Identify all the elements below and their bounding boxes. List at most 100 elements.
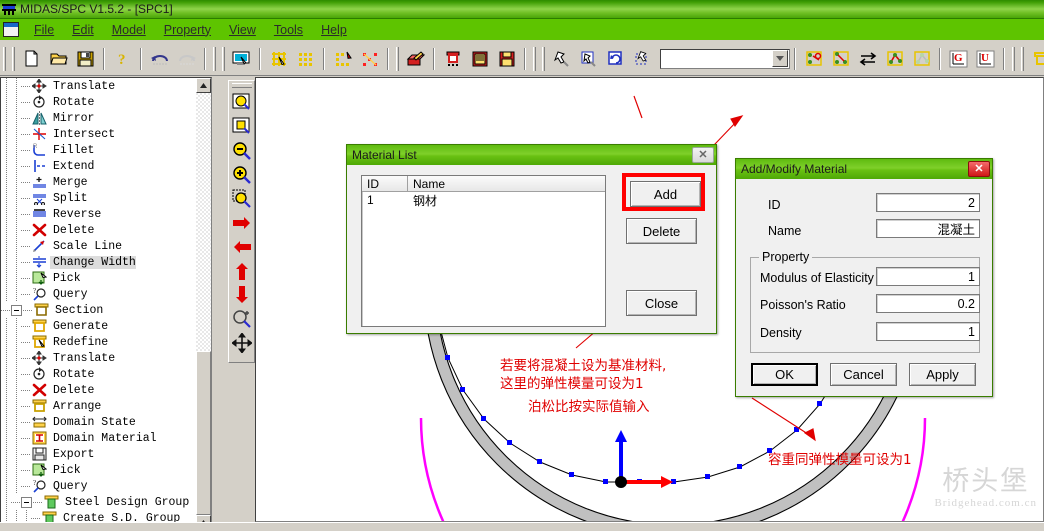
tree-item-extend[interactable]: Extend [1,158,197,174]
menu-file[interactable]: File [25,22,63,38]
menu-model[interactable]: Model [103,22,155,38]
tree-vertical-scrollbar[interactable] [196,78,211,530]
new-file-icon[interactable] [19,47,44,71]
tree-item-section[interactable]: Section [1,302,197,318]
tree-item-split[interactable]: Split [1,190,197,206]
gcs-axis-icon[interactable]: G [946,47,971,71]
tree-item-delete[interactable]: Delete [1,382,197,398]
tree-item-pick[interactable]: Pick [1,462,197,478]
model-tree[interactable]: Translate Rotate Mirror Intersect R Fillet Ext… [1,78,197,530]
select-all-icon[interactable] [603,47,628,71]
tree-expander-collapse-icon[interactable] [21,496,32,508]
window-restore-icon[interactable] [3,22,19,37]
tree-item-query[interactable]: ? Query [1,478,197,494]
tree-item-translate[interactable]: Translate [1,350,197,366]
pan-down-icon[interactable] [230,283,254,307]
pan-left-icon[interactable] [230,235,254,259]
point-grid-icon[interactable] [330,47,355,71]
add-button[interactable]: Add [630,181,701,207]
tree-item-fillet[interactable]: R Fillet [1,142,197,158]
apply-button[interactable]: Apply [909,363,976,386]
redo-icon[interactable] [174,47,199,71]
tree-item-redefine[interactable]: Redefine [1,334,197,350]
poisson-field[interactable]: 0.2 [876,294,980,313]
toolbar-grip[interactable] [12,46,15,71]
delete-button[interactable]: Delete [626,218,697,244]
zoom-fit-icon[interactable] [230,91,254,115]
undo-icon[interactable] [147,47,172,71]
tree-item-change-width[interactable]: Change Width [1,254,197,270]
menu-property[interactable]: Property [155,22,220,38]
zoom-all-icon[interactable] [230,115,254,139]
tree-item-domain-material[interactable]: Domain Material [1,430,197,446]
toolbar-grip[interactable] [1012,46,1015,71]
menu-view[interactable]: View [220,22,265,38]
node-icon[interactable] [801,47,826,71]
section-shape-icon[interactable] [1028,47,1044,71]
tree-item-domain-state[interactable]: Domain State [1,414,197,430]
tree-item-delete[interactable]: Delete [1,222,197,238]
material-list-dialog[interactable]: Material List ✕ ID Name 1 钢材 Add Delete … [346,144,717,334]
save-file-icon[interactable] [73,47,98,71]
tree-item-scale-line[interactable]: Scale Line [1,238,197,254]
tree-scroll-track-upper[interactable] [196,93,211,351]
section-list-icon[interactable] [467,47,492,71]
select-filter-combo[interactable] [660,48,790,69]
tree-item-reverse[interactable]: Reverse [1,206,197,222]
tree-item-generate[interactable]: Generate [1,318,197,334]
tree-item-rotate[interactable]: Rotate [1,94,197,110]
open-file-icon[interactable] [46,47,71,71]
zoom-in-icon[interactable] [230,163,254,187]
element-icon[interactable] [882,47,907,71]
grid-snap-icon[interactable] [266,47,291,71]
add-modify-material-dialog[interactable]: Add/Modify Material ✕ ID 2 Name 混凝土 Prop… [735,158,993,397]
close-icon[interactable]: ✕ [692,147,714,163]
zoom-previous-icon[interactable] [230,307,254,331]
pan-up-icon[interactable] [230,259,254,283]
column-header-id[interactable]: ID [362,176,408,191]
tree-item-arrange[interactable]: Arrange [1,398,197,414]
toolbar-grip[interactable] [3,46,6,71]
id-field[interactable]: 2 [876,193,980,212]
menu-edit[interactable]: Edit [63,22,103,38]
menu-help[interactable]: Help [312,22,356,38]
menu-tools[interactable]: Tools [265,22,312,38]
tree-item-steel-design-group[interactable]: Steel Design Group [1,494,197,510]
material-icon[interactable] [403,47,428,71]
select-poly-icon[interactable] [576,47,601,71]
chevron-down-icon[interactable] [772,50,788,67]
ok-button[interactable]: OK [751,363,818,386]
node-line-icon[interactable] [828,47,853,71]
arrow-swap-icon[interactable] [855,47,880,71]
tree-scroll-thumb[interactable] [196,351,211,515]
pan-free-icon[interactable] [230,331,254,355]
ucs-axis-icon[interactable]: U [973,47,998,71]
scroll-up-arrow[interactable] [196,78,211,93]
select-single-icon[interactable] [549,47,574,71]
tree-item-pick[interactable]: Pick [1,270,197,286]
add-material-titlebar[interactable]: Add/Modify Material ✕ [736,159,992,179]
tree-item-mirror[interactable]: Mirror [1,110,197,126]
tree-item-export[interactable]: Export [1,446,197,462]
display-icon[interactable] [229,47,254,71]
zoom-toolbar-grip[interactable] [231,83,252,88]
grid-icon[interactable] [293,47,318,71]
toolbar-grip[interactable] [1021,46,1024,71]
column-header-name[interactable]: Name [408,176,605,191]
zoom-out-icon[interactable] [230,139,254,163]
section-generate-icon[interactable] [440,47,465,71]
name-field[interactable]: 混凝土 [876,219,980,238]
tree-item-query[interactable]: ? Query [1,286,197,302]
section-save-icon[interactable] [494,47,519,71]
tree-item-translate[interactable]: Translate [1,78,197,94]
toolbar-grip[interactable] [542,46,545,71]
table-row[interactable]: 1 钢材 [362,192,605,208]
toolbar-grip[interactable] [533,46,536,71]
tree-expander-collapse-icon[interactable] [11,304,22,316]
element-hide-icon[interactable] [909,47,934,71]
density-field[interactable]: 1 [876,322,980,341]
material-list-titlebar[interactable]: Material List ✕ [347,145,716,165]
toolbar-grip[interactable] [213,46,216,71]
tree-item-rotate[interactable]: Rotate [1,366,197,382]
toolbar-grip[interactable] [396,46,399,71]
